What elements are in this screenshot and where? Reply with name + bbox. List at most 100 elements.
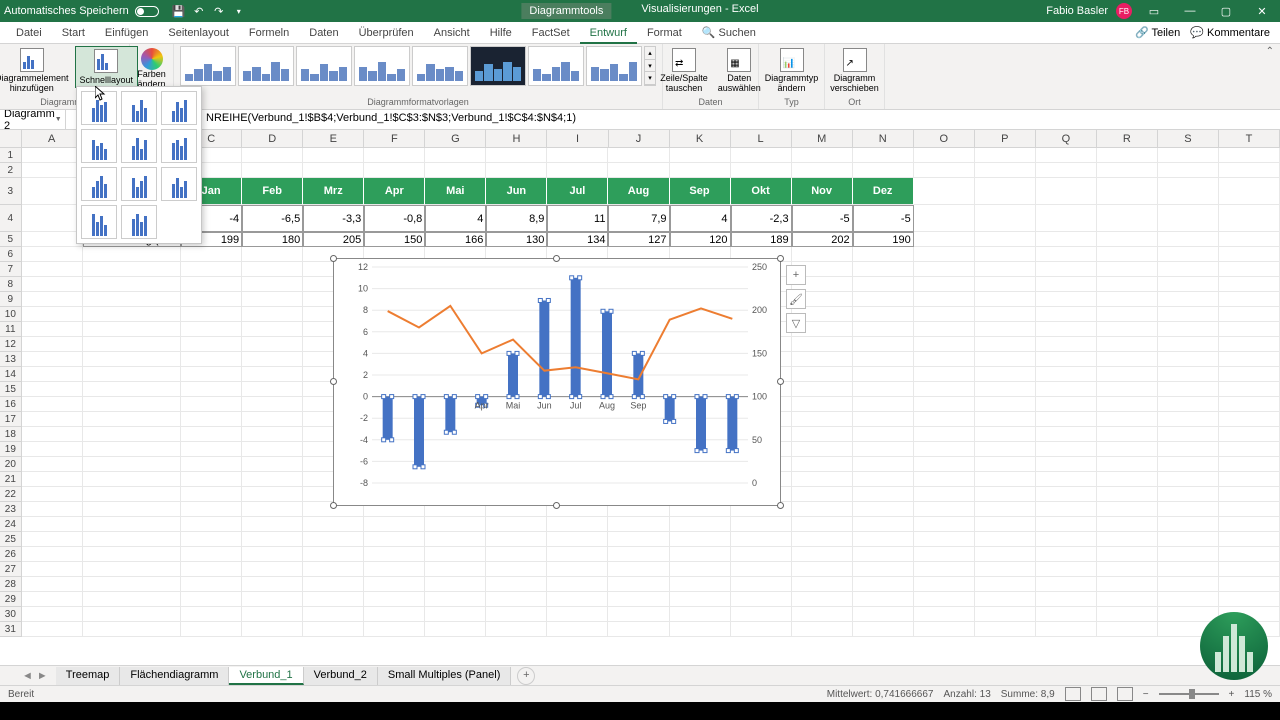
cell[interactable]: [853, 148, 914, 163]
ribbon-tab-hilfe[interactable]: Hilfe: [480, 22, 522, 44]
ribbon-tab-factset[interactable]: FactSet: [522, 22, 580, 44]
cell[interactable]: [83, 367, 181, 382]
cell[interactable]: [1097, 178, 1158, 205]
col-header-K[interactable]: K: [670, 130, 731, 147]
cell[interactable]: [608, 148, 669, 163]
cell[interactable]: -5: [853, 205, 914, 232]
cell[interactable]: [1158, 382, 1219, 397]
cell[interactable]: [731, 622, 792, 637]
zoom-level[interactable]: 115 %: [1244, 689, 1272, 700]
cell[interactable]: [731, 148, 792, 163]
move-chart-button[interactable]: ↗ Diagramm verschieben: [826, 46, 883, 96]
cell[interactable]: [242, 547, 303, 562]
cell[interactable]: [975, 532, 1036, 547]
cell[interactable]: [1219, 148, 1280, 163]
row-header-21[interactable]: 21: [0, 472, 22, 487]
cell[interactable]: [975, 178, 1036, 205]
cell[interactable]: [731, 163, 792, 178]
cell[interactable]: [364, 622, 425, 637]
cell[interactable]: [1158, 472, 1219, 487]
cell[interactable]: [792, 577, 853, 592]
cell[interactable]: [1158, 307, 1219, 322]
cell[interactable]: [242, 622, 303, 637]
cell[interactable]: [1219, 442, 1280, 457]
layout-option-9[interactable]: [161, 167, 197, 201]
cell[interactable]: [1097, 562, 1158, 577]
cell[interactable]: [1158, 178, 1219, 205]
ribbon-tab-ansicht[interactable]: Ansicht: [424, 22, 480, 44]
cell[interactable]: [975, 205, 1036, 232]
cell[interactable]: [608, 592, 669, 607]
cell[interactable]: [975, 247, 1036, 262]
select-data-button[interactable]: ▦ Daten auswählen: [714, 46, 765, 96]
cell[interactable]: [547, 532, 608, 547]
add-sheet-button[interactable]: +: [517, 667, 535, 685]
cell[interactable]: 8,9: [486, 205, 547, 232]
cell[interactable]: [486, 532, 547, 547]
cell[interactable]: [975, 163, 1036, 178]
row-header-7[interactable]: 7: [0, 262, 22, 277]
cell[interactable]: [1097, 322, 1158, 337]
cell[interactable]: [1158, 427, 1219, 442]
cell[interactable]: [853, 382, 914, 397]
redo-icon[interactable]: ↷: [211, 3, 227, 19]
cell[interactable]: [1219, 262, 1280, 277]
cell[interactable]: [1158, 442, 1219, 457]
save-icon[interactable]: 💾: [171, 3, 187, 19]
cell[interactable]: [975, 277, 1036, 292]
cell[interactable]: [181, 457, 242, 472]
cell[interactable]: [22, 577, 83, 592]
cell[interactable]: [731, 607, 792, 622]
col-header-O[interactable]: O: [914, 130, 975, 147]
cell[interactable]: [1219, 592, 1280, 607]
ribbon-tab-datei[interactable]: Datei: [6, 22, 52, 44]
cell[interactable]: [83, 502, 181, 517]
cell[interactable]: [792, 382, 853, 397]
cell[interactable]: [547, 547, 608, 562]
row-header-9[interactable]: 9: [0, 292, 22, 307]
cell[interactable]: [486, 562, 547, 577]
cell[interactable]: [181, 262, 242, 277]
cell[interactable]: [1097, 292, 1158, 307]
cell[interactable]: [486, 607, 547, 622]
cell[interactable]: [547, 562, 608, 577]
cell[interactable]: [83, 247, 181, 262]
cell[interactable]: [303, 577, 364, 592]
cell[interactable]: [853, 427, 914, 442]
share-button[interactable]: 🔗 Teilen: [1135, 26, 1180, 39]
row-header-18[interactable]: 18: [0, 427, 22, 442]
cell[interactable]: 150: [364, 232, 425, 247]
cell[interactable]: [731, 517, 792, 532]
cell[interactable]: [1158, 205, 1219, 232]
cell[interactable]: [914, 322, 975, 337]
chart-style-8[interactable]: [586, 46, 642, 86]
cell[interactable]: 166: [425, 232, 486, 247]
cell[interactable]: [1158, 607, 1219, 622]
cell[interactable]: [83, 607, 181, 622]
cell[interactable]: [853, 487, 914, 502]
cell[interactable]: [181, 502, 242, 517]
cell[interactable]: 202: [792, 232, 853, 247]
cell[interactable]: [853, 397, 914, 412]
cell[interactable]: [853, 337, 914, 352]
zoom-in-button[interactable]: +: [1229, 689, 1235, 700]
cell[interactable]: [181, 562, 242, 577]
row-header-6[interactable]: 6: [0, 247, 22, 262]
cell[interactable]: [22, 547, 83, 562]
cell[interactable]: [486, 577, 547, 592]
cell[interactable]: [731, 562, 792, 577]
cell[interactable]: [83, 472, 181, 487]
cell[interactable]: [1036, 205, 1097, 232]
zoom-out-button[interactable]: −: [1143, 689, 1149, 700]
row-header-28[interactable]: 28: [0, 577, 22, 592]
chart-style-6[interactable]: [470, 46, 526, 86]
cell[interactable]: [1219, 232, 1280, 247]
col-header-P[interactable]: P: [975, 130, 1036, 147]
col-header-L[interactable]: L: [731, 130, 792, 147]
cell[interactable]: [1219, 178, 1280, 205]
chart-style-1[interactable]: [180, 46, 236, 86]
row-header-24[interactable]: 24: [0, 517, 22, 532]
cell[interactable]: [670, 148, 731, 163]
cell[interactable]: [1097, 307, 1158, 322]
cell[interactable]: [1158, 262, 1219, 277]
